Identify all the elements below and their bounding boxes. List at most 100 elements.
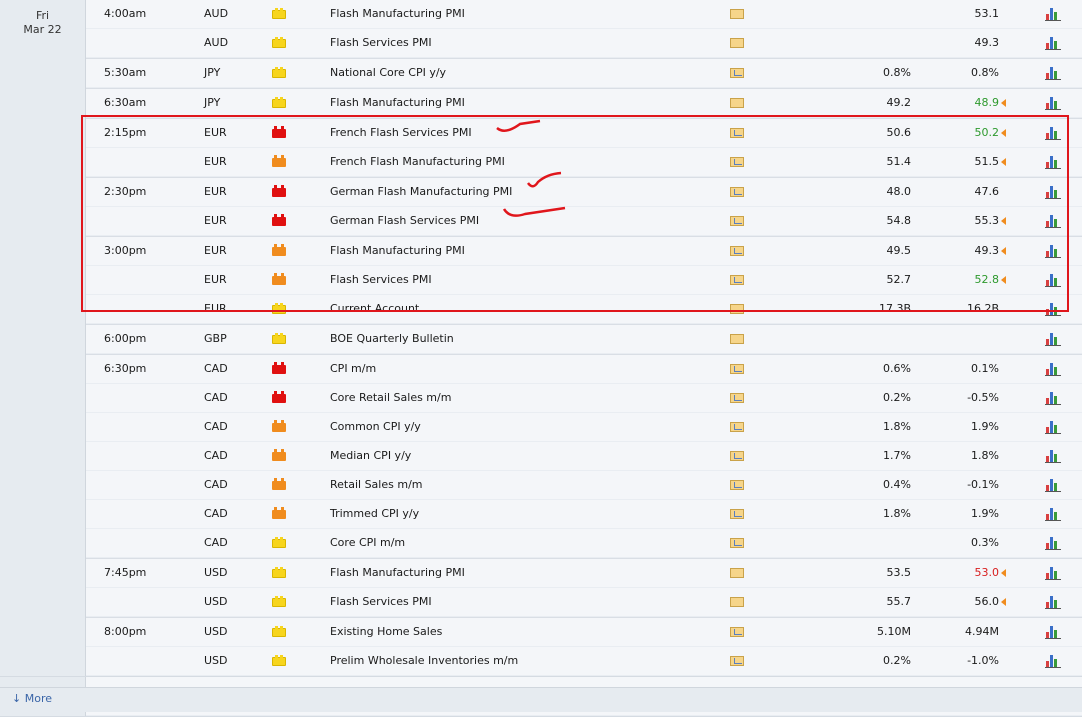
detail-chart-folder-icon[interactable] (730, 627, 744, 637)
event-title[interactable]: Trimmed CPI y/y (330, 500, 419, 528)
graph-icon[interactable] (1045, 66, 1061, 80)
low-impact-icon[interactable] (272, 655, 286, 666)
detail-chart-folder-icon[interactable] (730, 364, 744, 374)
low-impact-icon[interactable] (272, 303, 286, 314)
graph-icon[interactable] (1045, 449, 1061, 463)
revision-arrow-icon[interactable] (1001, 598, 1006, 606)
event-row[interactable]: 2:15pm EUR French Flash Services PMI 50.6 50… (86, 118, 1082, 148)
event-title[interactable]: Flash Manufacturing PMI (330, 0, 465, 28)
event-title[interactable]: Flash Services PMI (330, 266, 432, 294)
event-row[interactable]: EUR Current Account 17.3B 16.2B (86, 295, 1082, 324)
graph-icon[interactable] (1045, 566, 1061, 580)
detail-chart-folder-icon[interactable] (730, 538, 744, 548)
low-impact-icon[interactable] (272, 67, 286, 78)
event-row[interactable]: 4:00am AUD Flash Manufacturing PMI 53.1 (86, 0, 1082, 29)
graph-icon[interactable] (1045, 273, 1061, 287)
event-title[interactable]: Current Account (330, 295, 419, 323)
event-title[interactable]: Prelim Wholesale Inventories m/m (330, 647, 518, 675)
event-title[interactable]: French Flash Manufacturing PMI (330, 148, 505, 176)
event-title[interactable]: German Flash Manufacturing PMI (330, 178, 512, 206)
event-title[interactable]: Retail Sales m/m (330, 471, 423, 499)
graph-icon[interactable] (1045, 155, 1061, 169)
event-row[interactable]: EUR French Flash Manufacturing PMI 51.4 51.… (86, 148, 1082, 177)
event-row[interactable]: CAD Median CPI y/y 1.7% 1.8% (86, 442, 1082, 471)
event-row[interactable]: 7:45pm USD Flash Manufacturing PMI 53.5 53.0 (86, 558, 1082, 588)
detail-chart-folder-icon[interactable] (730, 187, 744, 197)
graph-icon[interactable] (1045, 362, 1061, 376)
revision-arrow-icon[interactable] (1001, 276, 1006, 284)
high-impact-icon[interactable] (272, 214, 286, 226)
detail-chart-folder-icon[interactable] (730, 275, 744, 285)
event-title[interactable]: German Flash Services PMI (330, 207, 479, 235)
graph-icon[interactable] (1045, 595, 1061, 609)
event-title[interactable]: Core CPI m/m (330, 529, 405, 557)
medium-impact-icon[interactable] (272, 478, 286, 490)
event-row[interactable]: CAD Core CPI m/m 0.3% (86, 529, 1082, 558)
graph-icon[interactable] (1045, 507, 1061, 521)
high-impact-icon[interactable] (272, 391, 286, 403)
high-impact-icon[interactable] (272, 185, 286, 197)
graph-icon[interactable] (1045, 654, 1061, 668)
event-title[interactable]: National Core CPI y/y (330, 59, 446, 87)
low-impact-icon[interactable] (272, 567, 286, 578)
medium-impact-icon[interactable] (272, 273, 286, 285)
detail-chart-folder-icon[interactable] (730, 128, 744, 138)
event-title[interactable]: Flash Manufacturing PMI (330, 559, 465, 587)
graph-icon[interactable] (1045, 478, 1061, 492)
event-title[interactable]: Flash Services PMI (330, 588, 432, 616)
low-impact-icon[interactable] (272, 97, 286, 108)
detail-folder-icon[interactable] (730, 304, 744, 314)
revision-arrow-icon[interactable] (1001, 129, 1006, 137)
event-title[interactable]: Flash Manufacturing PMI (330, 89, 465, 117)
medium-impact-icon[interactable] (272, 155, 286, 167)
graph-icon[interactable] (1045, 185, 1061, 199)
event-row[interactable]: CAD Common CPI y/y 1.8% 1.9% (86, 413, 1082, 442)
medium-impact-icon[interactable] (272, 244, 286, 256)
medium-impact-icon[interactable] (272, 507, 286, 519)
high-impact-icon[interactable] (272, 362, 286, 374)
revision-arrow-icon[interactable] (1001, 158, 1006, 166)
detail-chart-folder-icon[interactable] (730, 422, 744, 432)
event-row[interactable]: CAD Retail Sales m/m 0.4% -0.1% (86, 471, 1082, 500)
event-row[interactable]: USD Flash Services PMI 55.7 56.0 (86, 588, 1082, 617)
graph-icon[interactable] (1045, 536, 1061, 550)
low-impact-icon[interactable] (272, 8, 286, 19)
graph-icon[interactable] (1045, 96, 1061, 110)
event-title[interactable]: BOE Quarterly Bulletin (330, 325, 454, 353)
detail-folder-icon[interactable] (730, 334, 744, 344)
event-row[interactable]: AUD Flash Services PMI 49.3 (86, 29, 1082, 58)
detail-chart-folder-icon[interactable] (730, 68, 744, 78)
graph-icon[interactable] (1045, 36, 1061, 50)
high-impact-icon[interactable] (272, 126, 286, 138)
event-title[interactable]: Core Retail Sales m/m (330, 384, 451, 412)
event-row[interactable]: 3:00pm EUR Flash Manufacturing PMI 49.5 49.3 (86, 236, 1082, 266)
event-title[interactable]: Median CPI y/y (330, 442, 411, 470)
detail-chart-folder-icon[interactable] (730, 246, 744, 256)
low-impact-icon[interactable] (272, 537, 286, 548)
detail-folder-icon[interactable] (730, 38, 744, 48)
event-row[interactable]: 6:00pm GBP BOE Quarterly Bulletin (86, 324, 1082, 354)
revision-arrow-icon[interactable] (1001, 99, 1006, 107)
revision-arrow-icon[interactable] (1001, 569, 1006, 577)
detail-folder-icon[interactable] (730, 98, 744, 108)
medium-impact-icon[interactable] (272, 449, 286, 461)
graph-icon[interactable] (1045, 126, 1061, 140)
low-impact-icon[interactable] (272, 333, 286, 344)
detail-folder-icon[interactable] (730, 597, 744, 607)
graph-icon[interactable] (1045, 391, 1061, 405)
event-row[interactable]: EUR German Flash Services PMI 54.8 55.3 (86, 207, 1082, 236)
graph-icon[interactable] (1045, 332, 1061, 346)
event-title[interactable]: French Flash Services PMI (330, 119, 472, 147)
graph-icon[interactable] (1045, 420, 1061, 434)
detail-chart-folder-icon[interactable] (730, 157, 744, 167)
medium-impact-icon[interactable] (272, 420, 286, 432)
event-title[interactable]: CPI m/m (330, 355, 376, 383)
graph-icon[interactable] (1045, 302, 1061, 316)
detail-chart-folder-icon[interactable] (730, 393, 744, 403)
graph-icon[interactable] (1045, 214, 1061, 228)
event-title[interactable]: Flash Manufacturing PMI (330, 237, 465, 265)
event-title[interactable]: Common CPI y/y (330, 413, 421, 441)
detail-chart-folder-icon[interactable] (730, 451, 744, 461)
graph-icon[interactable] (1045, 244, 1061, 258)
event-row[interactable]: CAD Core Retail Sales m/m 0.2% -0.5% (86, 384, 1082, 413)
